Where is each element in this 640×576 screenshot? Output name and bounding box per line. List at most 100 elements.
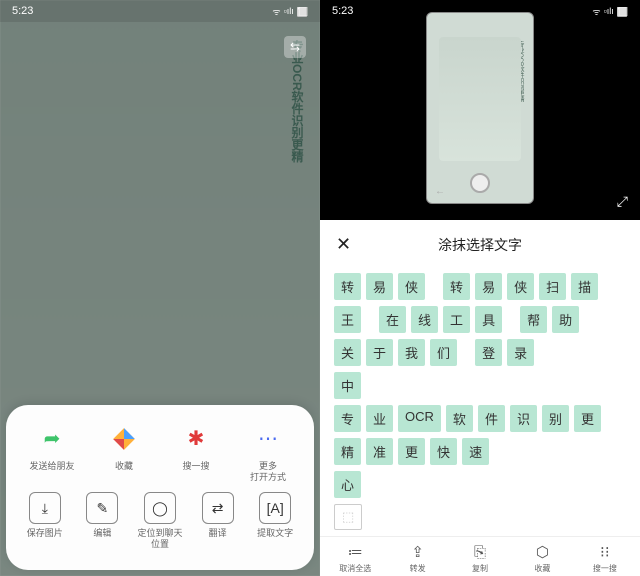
share-item[interactable]: ✎编辑 <box>74 492 130 550</box>
word-chip[interactable]: 识 <box>510 405 537 432</box>
share-item[interactable]: ⋯ 更多 打开方式 <box>240 421 296 483</box>
toolbar-icon: ⬡ <box>536 543 549 561</box>
word-chip[interactable]: 录 <box>507 339 534 366</box>
right-screenshot: 5:23 ᯤ ▫ılı ⬜⃞ 专业OCR软件识别更精 ← ⤢ ✕ 涂抹选择文字 … <box>320 0 640 576</box>
signal-icon: ▫ılı <box>284 6 294 16</box>
word-chip[interactable]: 关 <box>334 339 361 366</box>
toolbar-item[interactable]: ⁝⁝ 搜一搜 <box>574 543 636 574</box>
phone-mock-preview: 专业OCR软件识别更精 ← <box>426 12 534 204</box>
share-item[interactable]: ✱ 搜一搜 <box>168 421 224 483</box>
expand-icon[interactable]: ⤢ <box>617 193 628 210</box>
word-chip[interactable]: 软 <box>446 405 473 432</box>
share-item[interactable]: [A]提取文字 <box>247 492 303 550</box>
word-chip[interactable]: 转 <box>443 273 470 300</box>
share-item[interactable]: ⇄翻译 <box>190 492 246 550</box>
word-chip[interactable]: 易 <box>366 273 393 300</box>
battery-icon: ⬜⃞ <box>297 5 308 18</box>
wifi-icon: ᯤ <box>592 5 600 18</box>
word-chip[interactable]: OCR <box>398 405 441 432</box>
word-chip[interactable]: 帮 <box>520 306 547 333</box>
word-line: 转易侠转易侠扫描 <box>334 273 626 300</box>
toolbar-label: 收藏 <box>534 563 550 574</box>
status-bar: 5:23 ᯤ ▫ılı ⬜⃞ <box>320 0 640 22</box>
word-chip[interactable]: 更 <box>574 405 601 432</box>
share-icon: ✱ <box>178 421 214 457</box>
word-chip[interactable]: 王 <box>334 306 361 333</box>
swap-icon[interactable]: ⇆ <box>284 36 306 58</box>
word-chip[interactable]: 别 <box>542 405 569 432</box>
word-line: 关于我们登录 <box>334 339 626 366</box>
word-chip[interactable]: 中 <box>334 372 361 399</box>
word-chip[interactable]: 侠 <box>398 273 425 300</box>
panel-title: 涂抹选择文字 <box>356 235 604 255</box>
toolbar-item[interactable]: ⇪ 转发 <box>386 543 448 574</box>
share-item[interactable]: 收藏 <box>96 421 152 483</box>
share-label: 提取文字 <box>257 528 293 539</box>
word-chip[interactable]: 精 <box>334 438 361 465</box>
word-chip[interactable]: 线 <box>411 306 438 333</box>
close-button[interactable]: ✕ <box>336 234 356 255</box>
share-icon: ⇄ <box>202 492 234 524</box>
status-icons: ᯤ ▫ılı ⬜⃞ <box>592 5 628 18</box>
status-time: 5:23 <box>332 5 353 17</box>
bottom-toolbar: ≔取消全选 ⇪ 转发 ⎘ 复制 ⬡ 收藏 ⁝⁝ 搜一搜 <box>320 536 640 576</box>
ocr-panel: ✕ 涂抹选择文字 转易侠转易侠扫描王在线工具帮助关于我们登录中专业OCR软件识别… <box>320 220 640 576</box>
word-chips-area: 转易侠转易侠扫描王在线工具帮助关于我们登录中专业OCR软件识别更精准更快速心⬚ <box>320 269 640 536</box>
camera-preview-bg: 5:23 ᯤ ▫ılı ⬜⃞ 专业OCR软件识别更精 ← ⤢ <box>320 0 640 220</box>
word-chip[interactable]: 速 <box>462 438 489 465</box>
toolbar-item[interactable]: ⬡ 收藏 <box>511 543 573 574</box>
word-chip[interactable]: 转 <box>334 273 361 300</box>
toolbar-item[interactable]: ≔取消全选 <box>324 543 386 574</box>
word-chip[interactable]: ⬚ <box>334 504 362 530</box>
status-icons: ᯤ ▫ılı ⬜⃞ <box>272 5 308 18</box>
word-line: 心 <box>334 471 626 498</box>
word-chip[interactable]: 心 <box>334 471 361 498</box>
share-icon: ◯ <box>144 492 176 524</box>
share-item[interactable]: ➦ 发送给朋友 <box>24 421 80 483</box>
battery-icon: ⬜⃞ <box>617 5 628 18</box>
share-item[interactable]: ⤓保存图片 <box>17 492 73 550</box>
toolbar-label: 搜一搜 <box>593 563 617 574</box>
toolbar-label: 复制 <box>472 563 488 574</box>
status-time: 5:23 <box>12 5 33 17</box>
word-line: 精准更快速 <box>334 438 626 465</box>
toolbar-icon: ⁝⁝ <box>600 543 610 561</box>
word-chip[interactable]: 易 <box>475 273 502 300</box>
wifi-icon: ᯤ <box>272 5 280 18</box>
word-chip[interactable]: 更 <box>398 438 425 465</box>
word-chip[interactable]: 侠 <box>507 273 534 300</box>
word-line: ⬚ <box>334 504 626 530</box>
word-chip[interactable]: 们 <box>430 339 457 366</box>
toolbar-icon: ⎘ <box>474 543 486 561</box>
toolbar-item[interactable]: ⎘ 复制 <box>449 543 511 574</box>
panel-header: ✕ 涂抹选择文字 <box>320 220 640 269</box>
bg-title: 专业OCR软件识别更精 <box>289 40 306 163</box>
toolbar-label: 转发 <box>410 563 426 574</box>
word-chip[interactable]: 业 <box>366 405 393 432</box>
share-label: 收藏 <box>115 461 133 472</box>
share-icon: ⋯ <box>250 421 286 457</box>
word-chip[interactable]: 准 <box>366 438 393 465</box>
word-chip[interactable]: 扫 <box>539 273 566 300</box>
share-icon: ⤓ <box>29 492 61 524</box>
share-item[interactable]: ◯ 定位到聊天 位置 <box>132 492 188 550</box>
word-chip[interactable]: 快 <box>430 438 457 465</box>
word-chip[interactable]: 在 <box>379 306 406 333</box>
word-chip[interactable]: 工 <box>443 306 470 333</box>
word-line: 王在线工具帮助 <box>334 306 626 333</box>
toolbar-icon: ⇪ <box>411 543 424 561</box>
word-chip[interactable]: 我 <box>398 339 425 366</box>
word-chip[interactable]: 助 <box>552 306 579 333</box>
word-chip[interactable]: 具 <box>475 306 502 333</box>
share-label: 更多 打开方式 <box>250 461 286 483</box>
word-chip[interactable]: 件 <box>478 405 505 432</box>
share-icon: ➦ <box>34 421 70 457</box>
toolbar-icon: ≔ <box>348 543 363 561</box>
share-label: 搜一搜 <box>182 461 209 472</box>
share-label: 定位到聊天 位置 <box>137 528 182 550</box>
share-label: 发送给朋友 <box>29 461 74 472</box>
word-chip[interactable]: 登 <box>475 339 502 366</box>
word-chip[interactable]: 描 <box>571 273 598 300</box>
word-chip[interactable]: 专 <box>334 405 361 432</box>
word-chip[interactable]: 于 <box>366 339 393 366</box>
